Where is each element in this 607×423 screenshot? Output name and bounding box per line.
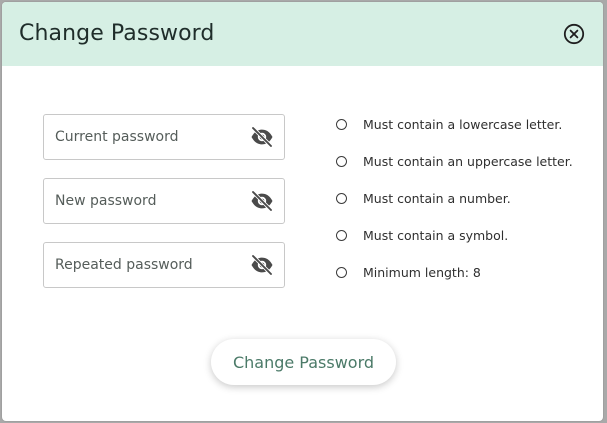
requirement-status-circle <box>336 119 347 130</box>
requirement-number: Must contain a number. <box>335 189 597 226</box>
new-password-input[interactable] <box>55 179 245 223</box>
dialog-title: Change Password <box>19 21 215 46</box>
close-circle-icon <box>563 23 585 45</box>
requirement-min-length: Minimum length: 8 <box>335 263 597 300</box>
password-requirements-list: Must contain a lowercase letter. Must co… <box>335 115 597 300</box>
current-password-field <box>43 114 285 160</box>
dialog-header: Change Password <box>2 2 603 66</box>
current-password-input[interactable] <box>55 115 245 159</box>
toggle-current-password-visibility[interactable] <box>250 126 274 148</box>
requirement-lowercase: Must contain a lowercase letter. <box>335 115 597 152</box>
eye-slash-icon <box>251 254 273 276</box>
requirement-status-circle <box>336 267 347 278</box>
requirement-label: Must contain a number. <box>363 191 511 206</box>
repeated-password-input[interactable] <box>55 243 245 287</box>
eye-slash-icon <box>251 126 273 148</box>
requirement-label: Minimum length: 8 <box>363 265 481 280</box>
change-password-button[interactable]: Change Password <box>211 339 396 385</box>
requirement-symbol: Must contain a symbol. <box>335 226 597 263</box>
requirement-uppercase: Must contain an uppercase letter. <box>335 152 597 189</box>
requirement-label: Must contain a lowercase letter. <box>363 117 563 132</box>
toggle-repeated-password-visibility[interactable] <box>250 254 274 276</box>
toggle-new-password-visibility[interactable] <box>250 190 274 212</box>
close-button[interactable] <box>563 23 585 45</box>
eye-slash-icon <box>251 190 273 212</box>
requirement-label: Must contain a symbol. <box>363 228 509 243</box>
repeated-password-field <box>43 242 285 288</box>
change-password-dialog: Change Password Must contain a lowercase… <box>2 2 603 421</box>
requirement-status-circle <box>336 156 347 167</box>
requirement-status-circle <box>336 230 347 241</box>
new-password-field <box>43 178 285 224</box>
requirement-label: Must contain an uppercase letter. <box>363 154 573 169</box>
requirement-status-circle <box>336 193 347 204</box>
